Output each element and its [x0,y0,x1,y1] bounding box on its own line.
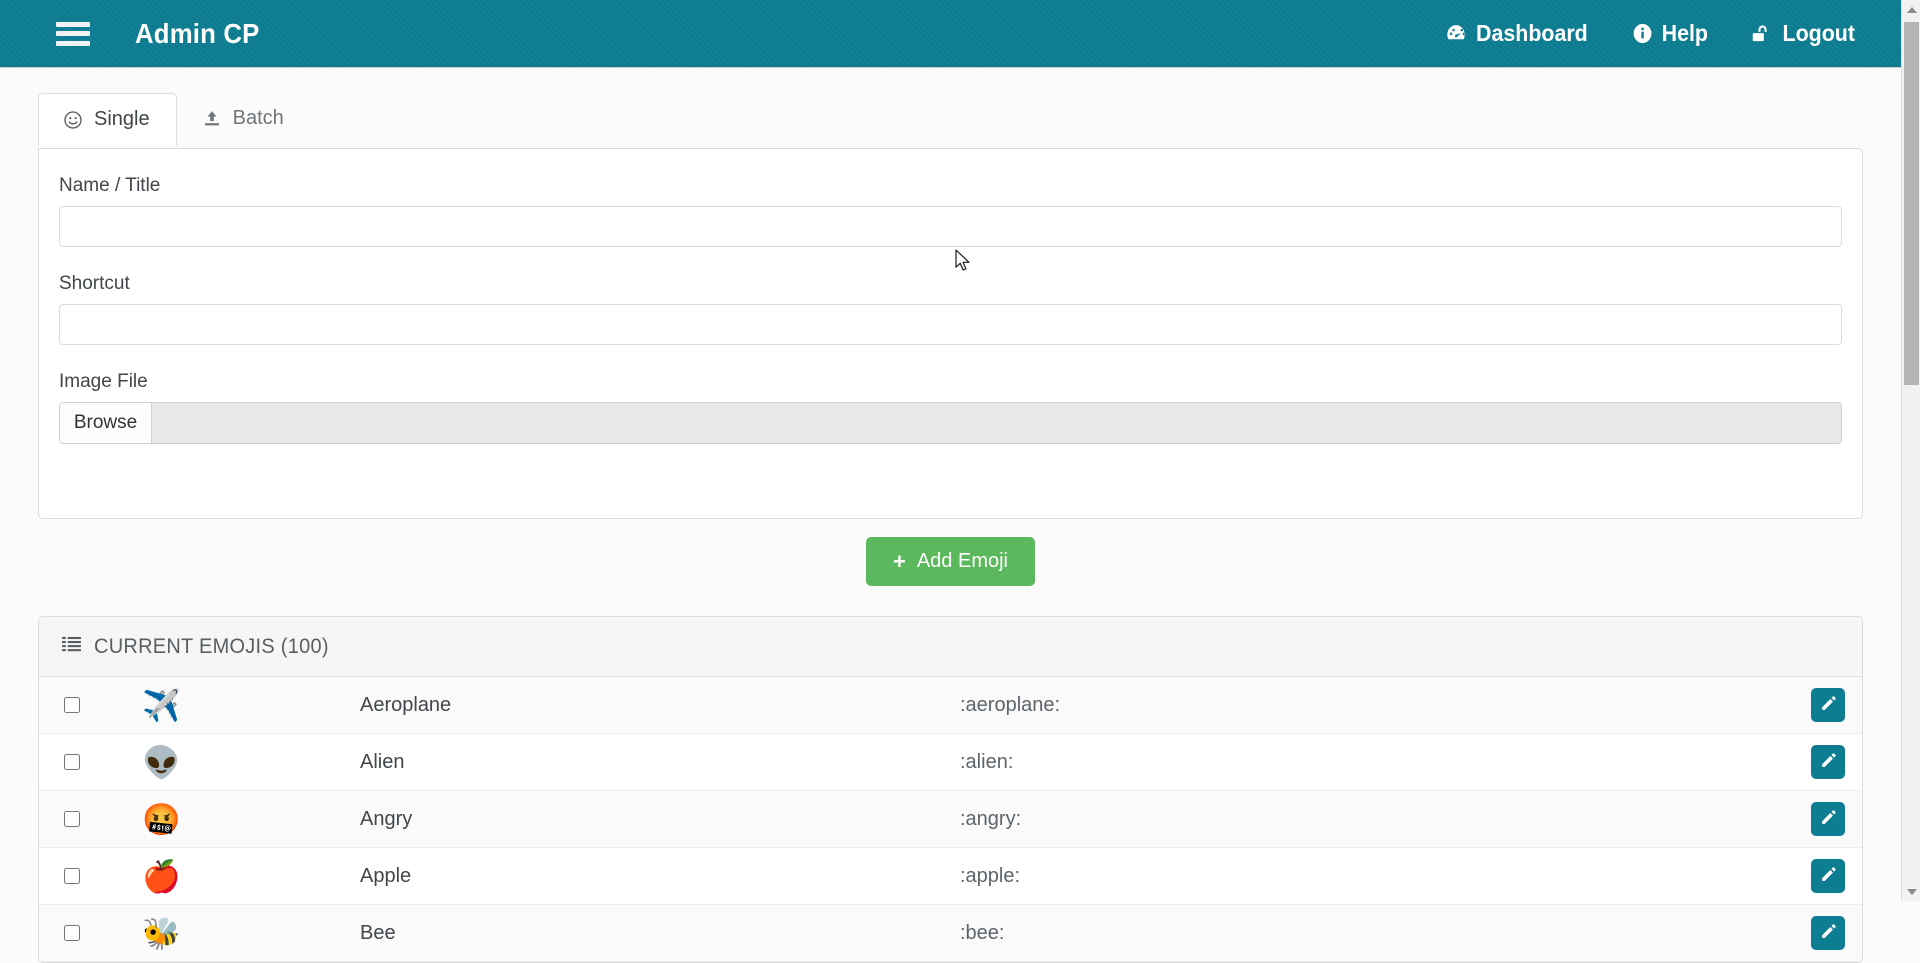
row-checkbox[interactable] [64,697,80,713]
unlock-icon [1751,22,1774,45]
info-circle-icon [1632,22,1653,45]
shortcut-input[interactable] [59,304,1842,345]
row-checkbox-cell [39,697,95,713]
emoji-image: 🐝 [142,915,181,951]
shortcut-field-label: Shortcut [59,273,130,294]
table-row: ✈️ Aeroplane :aeroplane: [39,677,1862,734]
tab-batch[interactable]: Batch [177,92,311,145]
page-content: Single Batch Name / Title Shortcut Image… [0,68,1901,963]
nav-item-dashboard[interactable]: Dashboard [1445,20,1588,47]
row-checkbox[interactable] [64,754,80,770]
scroll-up-arrow-icon[interactable] [1902,0,1920,19]
tab-label-single: Single [94,108,150,130]
emoji-image: 🤬 [142,801,181,837]
edit-button[interactable] [1811,916,1845,950]
nav-item-logout[interactable]: Logout [1751,20,1855,47]
row-checkbox[interactable] [64,925,80,941]
emoji-image: 👽 [142,744,181,780]
emoji-table: ✈️ Aeroplane :aeroplane: 👽 Alien :alien: 🤬 Angr… [39,677,1862,962]
smiley-face-icon [63,110,83,130]
browse-button[interactable]: Browse [60,403,152,443]
tab-single[interactable]: Single [38,93,177,146]
pencil-icon [1820,809,1837,829]
vertical-scrollbar[interactable] [1901,0,1920,901]
emoji-shortcut: :alien: [960,750,1014,773]
top-navbar: Admin CP Dashboard Help Logout [0,0,1901,68]
nav-item-help[interactable]: Help [1632,20,1708,47]
image-file-label: Image File [59,371,148,392]
emoji-shortcut: :aeroplane: [960,693,1061,716]
row-checkbox-cell [39,868,95,884]
name-field-label: Name / Title [59,175,161,196]
selected-file-name [152,403,1841,443]
pencil-icon [1820,752,1837,772]
add-emoji-button[interactable]: + Add Emoji [865,537,1035,586]
current-emojis-card: CURRENT EMOJIS (100) ✈️ Aeroplane :aeropla… [38,616,1863,963]
edit-button[interactable] [1811,688,1845,722]
table-row: 🤬 Angry :angry: [39,791,1862,848]
nav-label-help: Help [1661,20,1709,46]
table-row: 👽 Alien :alien: [39,734,1862,791]
emoji-image: ✈️ [142,687,181,723]
row-actions [1772,916,1862,950]
scrollbar-thumb[interactable] [1904,22,1919,385]
pencil-icon [1820,866,1837,886]
name-input[interactable] [59,206,1842,247]
row-checkbox-cell [39,754,95,770]
edit-button[interactable] [1811,802,1845,836]
image-file-input[interactable]: Browse [59,402,1842,444]
list-icon [62,636,81,658]
emoji-shortcut: :apple: [960,864,1021,887]
nav-label-dashboard: Dashboard [1476,20,1588,46]
nav-label-logout: Logout [1782,20,1856,46]
row-checkbox[interactable] [64,868,80,884]
row-actions [1772,802,1862,836]
row-checkbox-cell [39,811,95,827]
row-actions [1772,688,1862,722]
dashboard-gauge-icon [1445,21,1468,46]
emoji-form-card: Name / Title Shortcut Image File Browse [38,148,1863,519]
row-checkbox-cell [39,925,95,941]
emoji-name: Bee [360,921,396,944]
nav-links: Dashboard Help Logout [1439,20,1859,47]
emoji-name: Angry [360,807,413,830]
row-actions [1772,859,1862,893]
tab-label-batch: Batch [232,107,284,129]
pencil-icon [1820,923,1837,943]
emoji-name: Aeroplane [360,693,452,716]
upload-icon [202,109,222,129]
hamburger-menu-icon[interactable] [56,21,90,46]
row-checkbox[interactable] [64,811,80,827]
emoji-shortcut: :angry: [960,807,1022,830]
tab-bar: Single Batch [38,92,311,146]
emoji-image: 🍎 [142,858,181,894]
edit-button[interactable] [1811,859,1845,893]
plus-icon: + [892,548,906,574]
current-emojis-title: CURRENT EMOJIS (100) [94,634,329,658]
emoji-shortcut: :bee: [960,921,1005,944]
row-actions [1772,745,1862,779]
add-emoji-label: Add Emoji [916,550,1008,572]
edit-button[interactable] [1811,745,1845,779]
emoji-name: Apple [360,864,412,887]
table-row: 🍎 Apple :apple: [39,848,1862,905]
current-emojis-header: CURRENT EMOJIS (100) [39,617,1862,677]
emoji-name: Alien [360,750,405,773]
scroll-down-arrow-icon[interactable] [1902,882,1920,901]
page-title: Admin CP [135,17,260,49]
submit-row: + Add Emoji [0,537,1901,586]
table-row: 🐝 Bee :bee: [39,905,1862,962]
pencil-icon [1820,695,1837,715]
